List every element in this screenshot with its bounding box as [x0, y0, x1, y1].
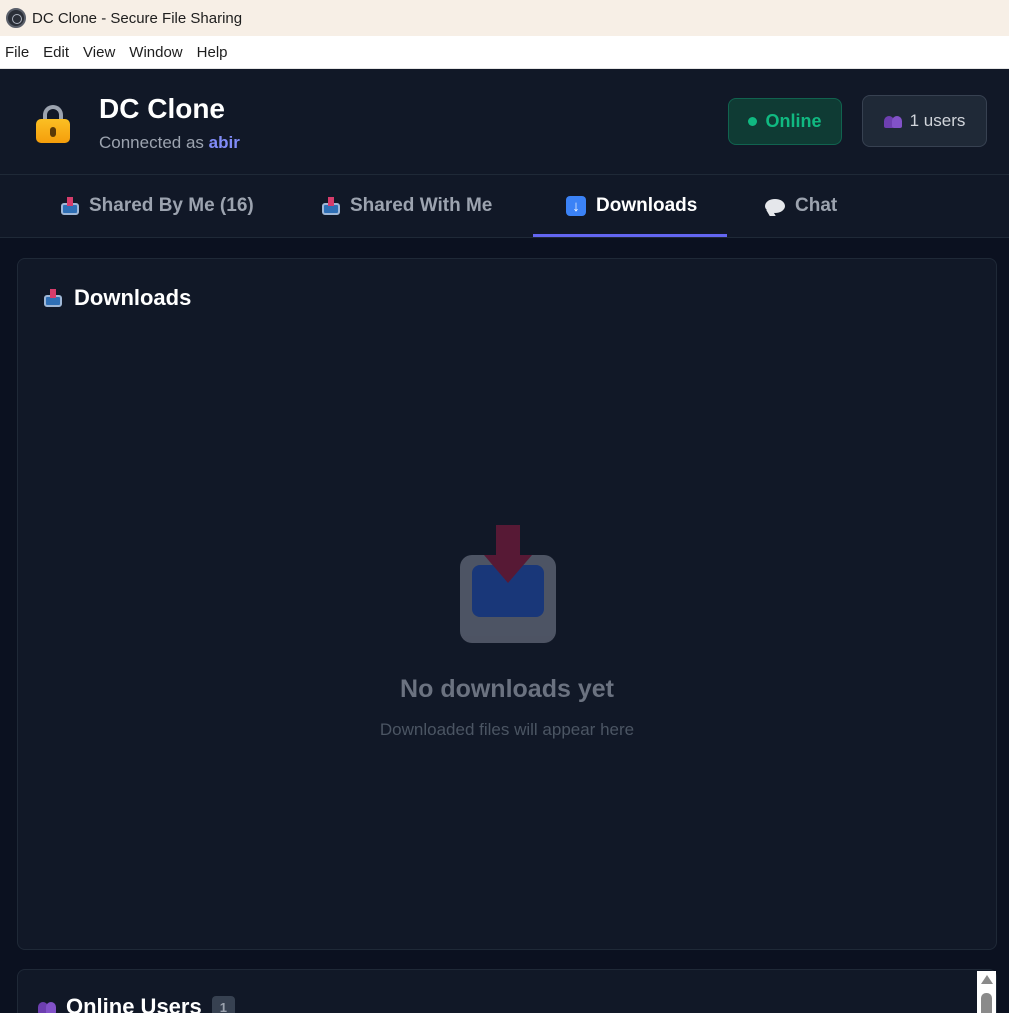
speech-balloon-icon	[765, 199, 785, 213]
users-count-button[interactable]: 1 users	[862, 95, 987, 147]
tab-shared-by-me[interactable]: Shared By Me (16)	[61, 175, 254, 237]
status-text: Online	[765, 111, 822, 131]
users-icon	[38, 1000, 56, 1013]
app-header: DC Clone Connected as abir Online 1 user…	[0, 69, 1009, 175]
empty-state-title: No downloads yet	[400, 675, 614, 703]
tab-label: Downloads	[596, 195, 698, 216]
menu-file[interactable]: File	[0, 44, 35, 61]
connection-info: Connected as abir	[99, 133, 240, 153]
users-count: 1 users	[909, 111, 966, 130]
menu-help[interactable]: Help	[191, 44, 234, 61]
users-icon	[883, 114, 902, 128]
tab-shared-with-me[interactable]: Shared With Me	[322, 175, 492, 237]
empty-state-subtitle: Downloaded files will appear here	[379, 720, 635, 739]
scroll-thumb[interactable]	[981, 993, 992, 1013]
active-tab-indicator	[533, 234, 727, 237]
scrollbar[interactable]	[977, 971, 996, 1013]
app-name: DC Clone	[99, 93, 225, 124]
menu-bar: File Edit View Window Help	[0, 36, 1009, 69]
downloads-heading: Downloads	[74, 285, 192, 310]
online-users-header: Online Users 1	[38, 994, 235, 1013]
empty-inbox-tray-icon	[460, 525, 556, 645]
menu-window[interactable]: Window	[123, 44, 188, 61]
tab-label: Shared By Me (16)	[89, 195, 254, 216]
menu-edit[interactable]: Edit	[37, 44, 75, 61]
online-users-title: Online Users	[66, 994, 202, 1013]
window-titlebar: DC Clone - Secure File Sharing	[0, 0, 1009, 36]
window-title: DC Clone - Secure File Sharing	[32, 9, 243, 27]
status-badge: Online	[728, 98, 842, 145]
status-dot-icon	[748, 117, 758, 126]
menu-view[interactable]: View	[77, 44, 121, 61]
tab-bar: Shared By Me (16) Shared With Me ↓ Downl…	[0, 175, 1009, 238]
panel-title: Downloads	[44, 285, 191, 311]
tab-label: Chat	[795, 195, 838, 216]
tab-label: Shared With Me	[350, 195, 493, 216]
tab-downloads[interactable]: ↓ Downloads	[566, 175, 697, 237]
inbox-tray-icon	[322, 197, 340, 215]
online-users-panel: Online Users 1	[17, 969, 997, 1013]
app-logo-icon	[6, 8, 26, 28]
inbox-tray-icon	[44, 289, 62, 307]
lock-icon	[36, 105, 70, 143]
scroll-up-arrow-icon[interactable]	[981, 975, 993, 984]
tab-chat[interactable]: Chat	[765, 175, 837, 237]
online-users-count-badge: 1	[211, 995, 235, 1013]
down-arrow-icon: ↓	[566, 196, 586, 216]
connected-label: Connected as	[99, 133, 204, 152]
username: abir	[208, 133, 240, 152]
downloads-panel: Downloads No downloads yet Downloaded fi…	[17, 258, 997, 950]
outbox-tray-icon	[61, 197, 79, 215]
